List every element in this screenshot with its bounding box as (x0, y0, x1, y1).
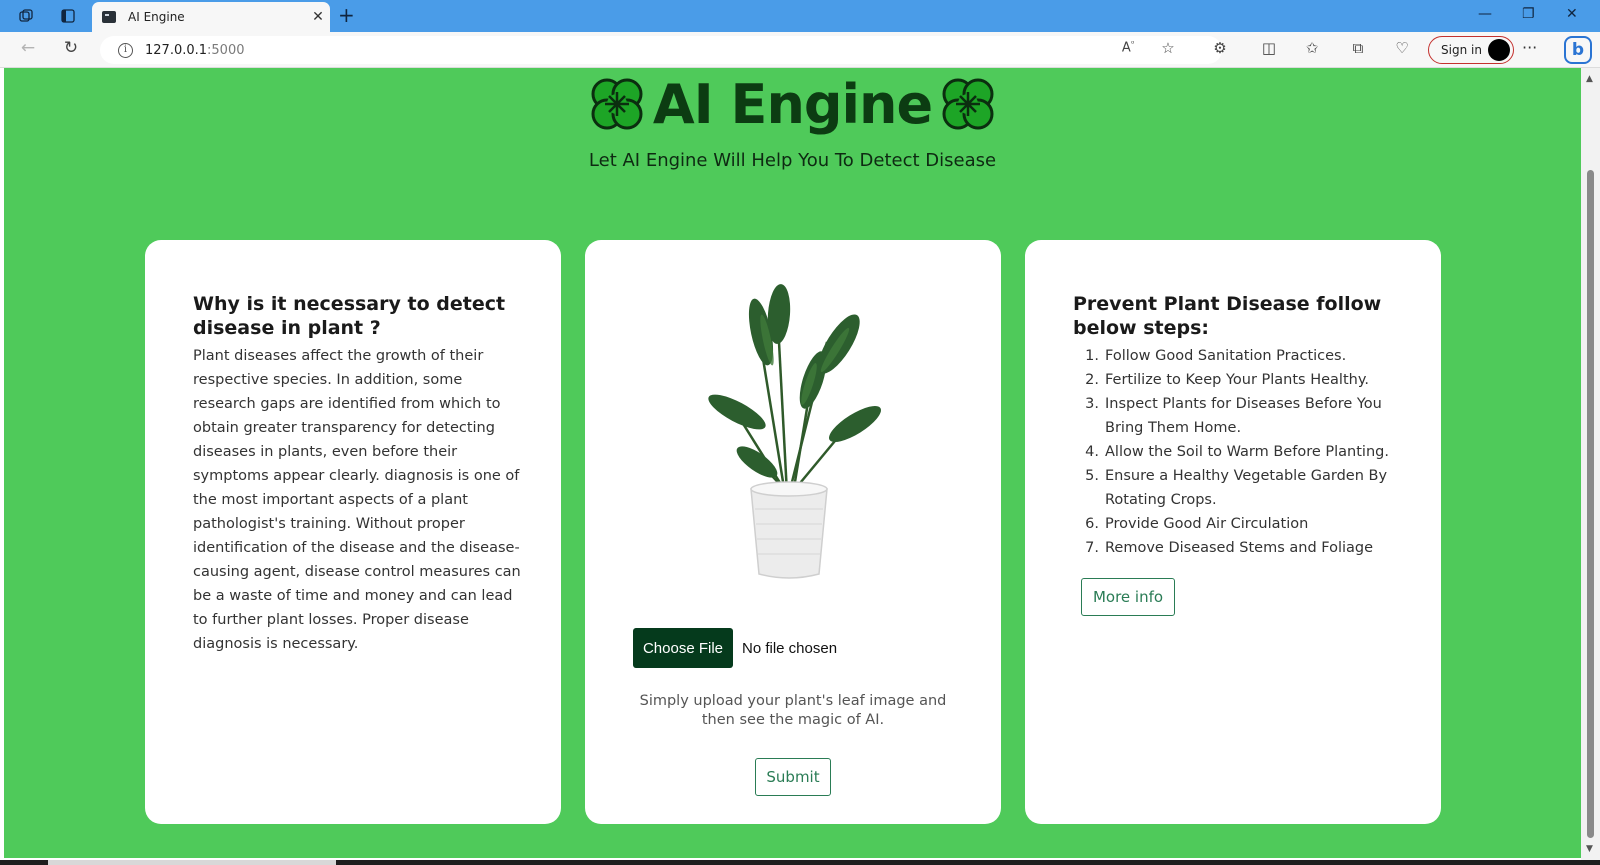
refresh-icon[interactable]: ↻ (58, 38, 84, 62)
minimize-icon[interactable]: — (1478, 6, 1492, 22)
why-detect-text: Plant diseases affect the growth of thei… (193, 348, 521, 652)
scroll-up-icon[interactable]: ▲ (1586, 74, 1593, 84)
split-screen-icon[interactable]: ◫ (1257, 39, 1281, 57)
back-icon[interactable]: ← (15, 38, 41, 62)
list-item: 6. Provide Good Air Circulation (1085, 516, 1309, 532)
list-item: 7. Remove Diseased Stems and Foliage (1085, 540, 1374, 556)
page-title: AI Engine (652, 72, 933, 136)
url-host: 127.0.0.1 (145, 42, 208, 58)
upload-hint: Simply upload your plant's leaf image an… (639, 693, 947, 728)
page-viewport: AI Engine Let AI Engine Will Help You To… (0, 68, 1600, 860)
page-body: AI Engine Let AI Engine Will Help You To… (4, 68, 1581, 858)
bing-chat-icon[interactable]: b (1564, 36, 1592, 64)
prevention-steps: 1. Follow Good Sanitation Practices. 2. Fe… (1073, 344, 1403, 560)
upload-card: Choose File No file chosen Simply upload… (585, 240, 1001, 824)
close-tab-icon[interactable]: ✕ (306, 9, 330, 25)
file-input[interactable]: Choose File No file chosen (633, 628, 837, 668)
clover-icon (942, 78, 994, 130)
taskbar-strip-segment (48, 860, 336, 865)
collections-icon[interactable]: ⧉ (1346, 39, 1370, 57)
tagline: Let AI Engine Will Help You To Detect Di… (588, 150, 997, 171)
list-item: 1. Follow Good Sanitation Practices. (1085, 348, 1347, 364)
read-aloud-icon[interactable]: Aᵅ (1116, 39, 1140, 55)
page-scrollbar[interactable]: ▲ ▼ (1581, 68, 1600, 860)
why-detect-heading: Why is it necessary to detect disease in… (193, 293, 506, 339)
list-item: 5. Ensure a Healthy Vegetable Garden By R… (1085, 468, 1388, 508)
more-info-button[interactable]: More info (1081, 578, 1175, 616)
extensions-icon[interactable]: ⚙ (1208, 39, 1232, 57)
submit-button[interactable]: Submit (755, 758, 831, 796)
list-item: 2. Fertilize to Keep Your Plants Healthy. (1085, 372, 1369, 388)
close-window-icon[interactable]: ✕ (1566, 6, 1578, 22)
choose-file-button[interactable]: Choose File (633, 628, 733, 668)
prevention-card: Prevent Plant Disease follow below steps… (1025, 240, 1441, 824)
file-status: No file chosen (742, 639, 838, 657)
sign-in-button[interactable]: Sign in (1428, 36, 1514, 64)
list-item: 4. Allow the Soil to Warm Before Planting… (1085, 444, 1389, 460)
favorite-icon[interactable]: ☆ (1156, 39, 1180, 57)
more-icon[interactable]: ··· (1522, 38, 1537, 57)
scroll-down-icon[interactable]: ▼ (1586, 844, 1593, 854)
favorites-icon[interactable]: ✩ (1300, 39, 1324, 57)
new-tab-icon[interactable]: + (338, 3, 355, 27)
tab-actions-icon[interactable] (55, 4, 81, 28)
list-item: 3. Inspect Plants for Diseases Before You… (1085, 396, 1382, 436)
avatar (1488, 39, 1510, 61)
why-detect-card: Why is it necessary to detect disease in… (145, 240, 561, 824)
info-icon[interactable]: i (118, 42, 133, 58)
browser-titlebar: AI Engine ✕ + — ❐ ✕ (0, 0, 1600, 32)
address-bar[interactable]: i 127.0.0.1:5000 (100, 36, 1222, 64)
terminal-icon (102, 11, 116, 23)
brand-header: AI Engine (4, 72, 1581, 136)
prevention-heading: Prevent Plant Disease follow below steps… (1073, 293, 1382, 339)
browser-tab[interactable]: AI Engine ✕ (92, 2, 330, 32)
plant-image (708, 284, 881, 579)
sign-in-label: Sign in (1441, 43, 1482, 57)
browser-toolbar: ← ↻ i 127.0.0.1:5000 Aᵅ ☆ ⚙ ◫ ✩ ⧉ ♡ Sign… (0, 32, 1600, 68)
scroll-thumb[interactable] (1587, 170, 1594, 838)
tab-title: AI Engine (128, 10, 185, 24)
clover-icon (591, 78, 643, 130)
workspaces-icon[interactable] (13, 4, 39, 28)
restore-icon[interactable]: ❐ (1522, 6, 1535, 22)
browser-essentials-icon[interactable]: ♡ (1390, 39, 1414, 57)
url-port: :5000 (207, 42, 245, 58)
